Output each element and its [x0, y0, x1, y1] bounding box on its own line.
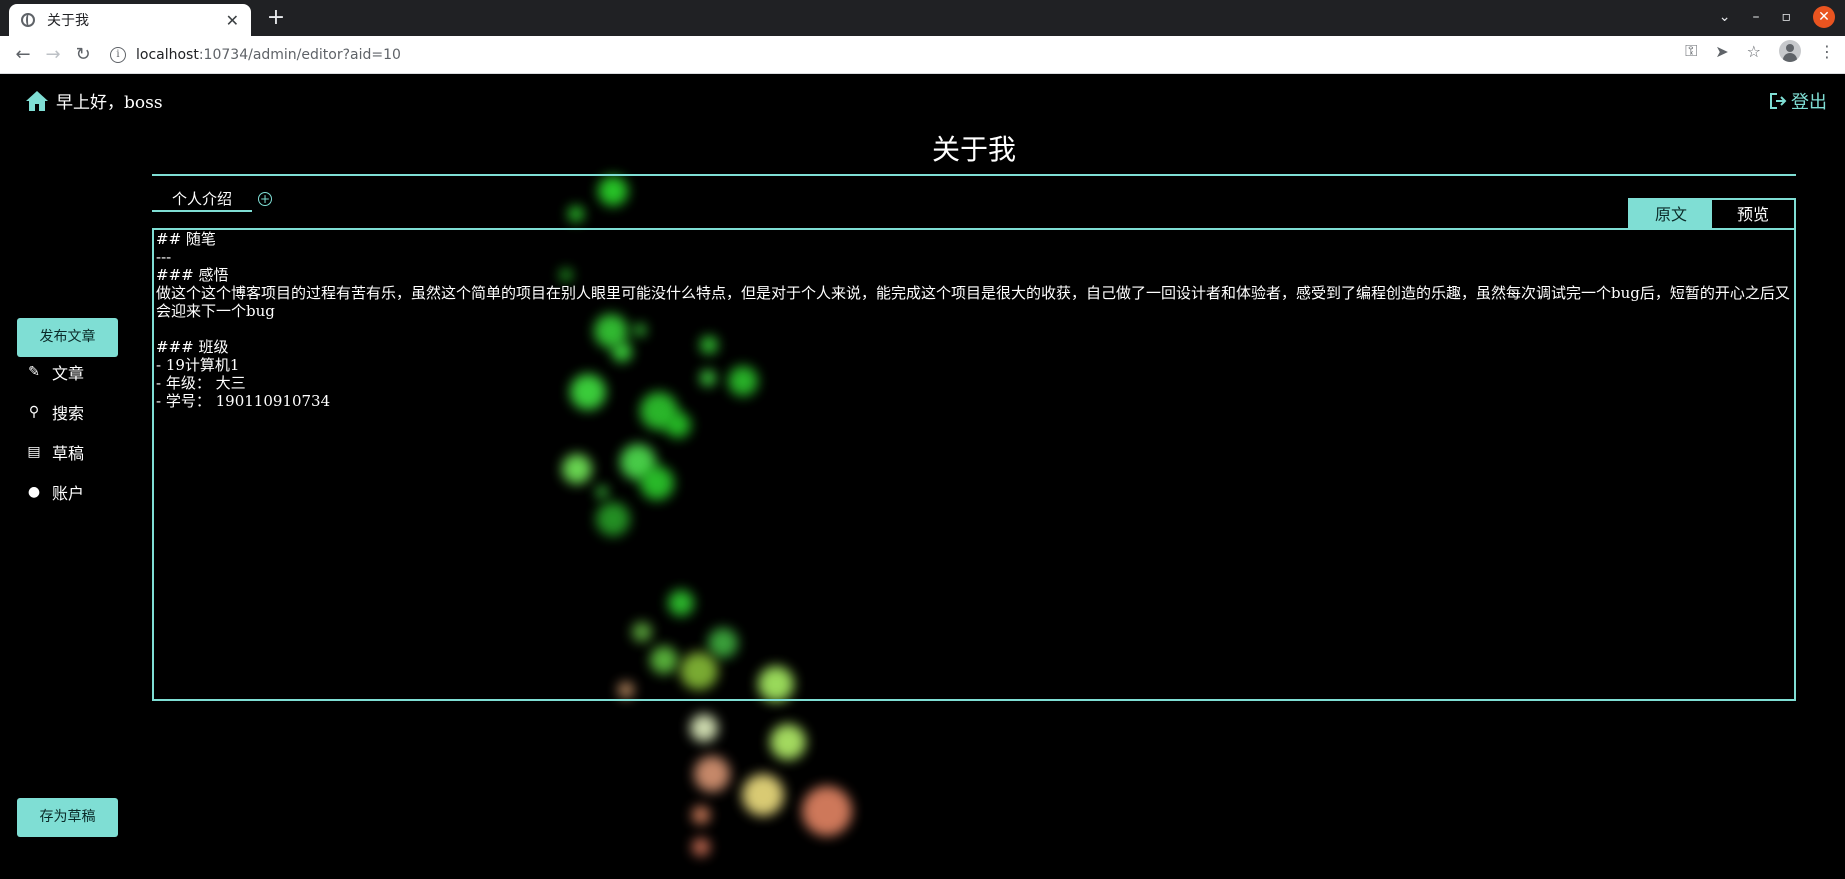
menu-icon[interactable]: ⋮ [1819, 42, 1835, 61]
reload-icon[interactable]: ↻ [68, 40, 98, 70]
sidebar-item-label: 文章 [52, 364, 85, 383]
minimize-icon[interactable]: – [1753, 9, 1760, 25]
forward-icon[interactable]: → [38, 40, 68, 70]
sidebar-item-account[interactable]: ● 账户 [26, 472, 84, 512]
editor-line: - 年级： 大三 [156, 374, 246, 392]
key-icon[interactable]: ⚿ [1685, 41, 1697, 61]
tab-source[interactable]: 原文 [1630, 200, 1712, 230]
user-icon: ● [27, 484, 41, 500]
site-info-icon[interactable]: i [110, 47, 126, 63]
logout-label: 登出 [1791, 92, 1827, 113]
sidebar-item-label: 草稿 [52, 444, 85, 463]
sidebar-item-search[interactable]: ⚲ 搜索 [26, 392, 84, 432]
save-draft-button[interactable]: 存为草稿 [17, 798, 118, 837]
sidebar-item-drafts[interactable]: ▤ 草稿 [26, 432, 84, 472]
sidebar-item-label: 搜索 [52, 404, 85, 423]
add-circle-icon[interactable]: + [258, 192, 272, 206]
editor-line: ### 感悟 [156, 266, 229, 284]
page-body: 早上好，boss 登出 关于我 个人介绍 + 原文 预览 ## 随笔 --- ###… [0, 74, 1845, 879]
restore-icon[interactable]: ▫ [1782, 9, 1792, 25]
draft-icon: ▤ [27, 444, 41, 460]
close-tab-icon[interactable]: ✕ [226, 11, 239, 30]
profile-avatar-icon[interactable] [1779, 40, 1801, 62]
view-mode-tabs: 原文 预览 [1628, 198, 1796, 230]
home-icon[interactable] [24, 89, 50, 113]
send-icon[interactable]: ➤ [1715, 42, 1728, 61]
title-divider [152, 174, 1796, 176]
window-controls: ⌄ – ▫ ✕ [1719, 6, 1835, 28]
sidebar-nav: ✎ 文章 ⚲ 搜索 ▤ 草稿 ● 账户 [26, 352, 84, 512]
greeting-text: 早上好，boss [56, 93, 163, 113]
url-host: localhost [136, 47, 199, 63]
editor-line: - 学号： 190110910734 [156, 392, 331, 410]
edit-icon: ✎ [28, 364, 40, 380]
search-icon: ⚲ [28, 404, 40, 420]
toolbar-actions: ⚿ ➤ ☆ ⋮ [1685, 40, 1835, 62]
new-tab-icon[interactable]: + [262, 4, 290, 32]
logout-button[interactable]: 登出 [1769, 88, 1827, 114]
editor-line: - 19计算机1 [156, 356, 240, 374]
greeting: 早上好，boss [24, 88, 163, 113]
tab-document[interactable]: 个人介绍 [152, 188, 252, 212]
browser-tab-strip: 关于我 ✕ + ⌄ – ▫ ✕ [0, 0, 1845, 36]
sidebar-item-articles[interactable]: ✎ 文章 [26, 352, 84, 392]
logout-icon [1770, 93, 1787, 109]
editor-line: ## 随笔 [156, 230, 216, 248]
browser-tab[interactable]: 关于我 ✕ [9, 4, 251, 36]
editor-line: 做这个这个博客项目的过程有苦有乐，虽然这个简单的项目在别人眼里可能没什么特点，但… [156, 284, 1790, 320]
tab-title: 关于我 [47, 13, 89, 29]
page-title: 关于我 [931, 133, 1016, 166]
editor-line: ### 班级 [156, 338, 229, 356]
url-path: :10734/admin/editor?aid=10 [198, 47, 401, 63]
tab-search-icon[interactable]: ⌄ [1719, 9, 1731, 25]
editor-line: --- [156, 248, 172, 266]
address-bar[interactable]: i localhost:10734/admin/editor?aid=10 [110, 40, 1670, 70]
tab-preview[interactable]: 预览 [1712, 200, 1794, 230]
star-icon[interactable]: ☆ [1747, 42, 1761, 61]
window-close-icon[interactable]: ✕ [1813, 6, 1835, 28]
back-icon[interactable]: ← [8, 40, 38, 70]
globe-icon [21, 13, 35, 27]
browser-toolbar: ← → ↻ i localhost:10734/admin/editor?aid… [0, 36, 1845, 74]
sidebar-item-label: 账户 [52, 484, 85, 503]
markdown-editor[interactable]: ## 随笔 --- ### 感悟 做这个这个博客项目的过程有苦有乐，虽然这个简单的项目… [152, 228, 1796, 701]
